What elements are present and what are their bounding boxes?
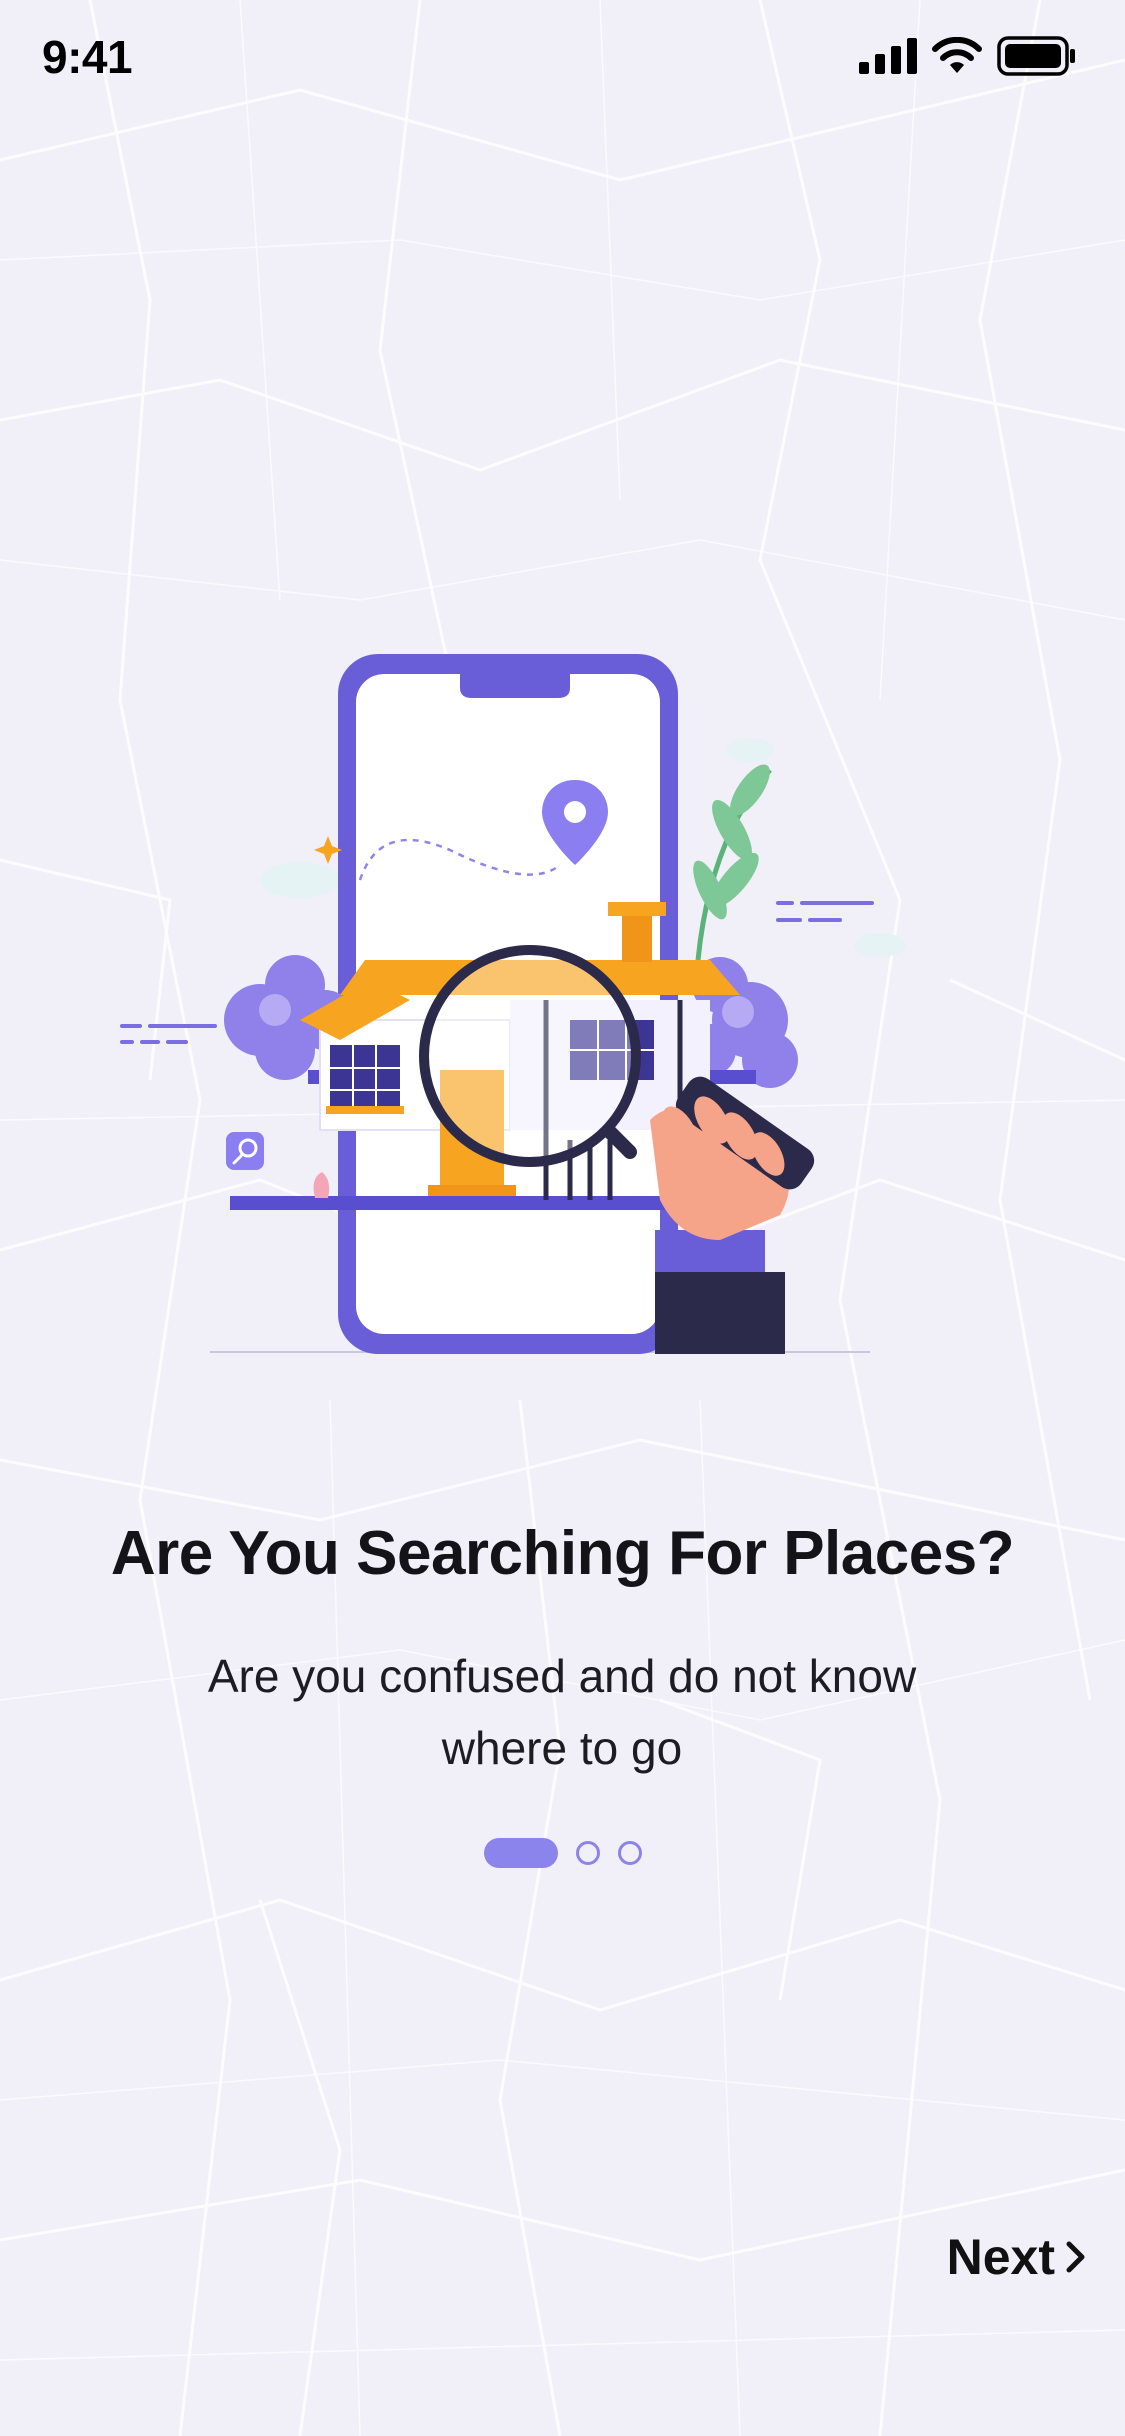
status-icons <box>859 34 1077 78</box>
chevron-right-icon <box>1066 2241 1085 2273</box>
search-badge-icon <box>226 1132 264 1170</box>
signal-icon <box>859 38 917 74</box>
page-indicator-dot[interactable] <box>617 1841 642 1865</box>
status-bar: 9:41 <box>0 0 1125 120</box>
next-button-label: Next <box>946 2229 1055 2285</box>
wifi-icon <box>932 37 982 73</box>
subtitle-line-1: Are you confused and do not know <box>207 1650 917 1702</box>
page-indicator <box>0 1838 1125 1868</box>
search-places-illustration <box>120 654 906 1354</box>
shrub-icon <box>313 1172 330 1198</box>
magnifier-icon <box>419 945 641 1167</box>
page-indicator-dot[interactable] <box>575 1841 600 1865</box>
hand-icon <box>650 1076 815 1354</box>
sparkle-icon <box>314 836 342 864</box>
battery-icon <box>997 36 1075 76</box>
page-indicator-dot-active[interactable] <box>483 1838 558 1868</box>
page-title: Are You Searching For Places? <box>110 1519 1015 1588</box>
plant-icon <box>693 764 772 961</box>
next-button[interactable]: Next <box>947 2228 1087 2286</box>
subtitle-line-2: where to go <box>441 1722 683 1774</box>
page-subtitle: Are you confused and do not know where t… <box>162 1640 962 1784</box>
status-time: 9:41 <box>42 31 133 83</box>
